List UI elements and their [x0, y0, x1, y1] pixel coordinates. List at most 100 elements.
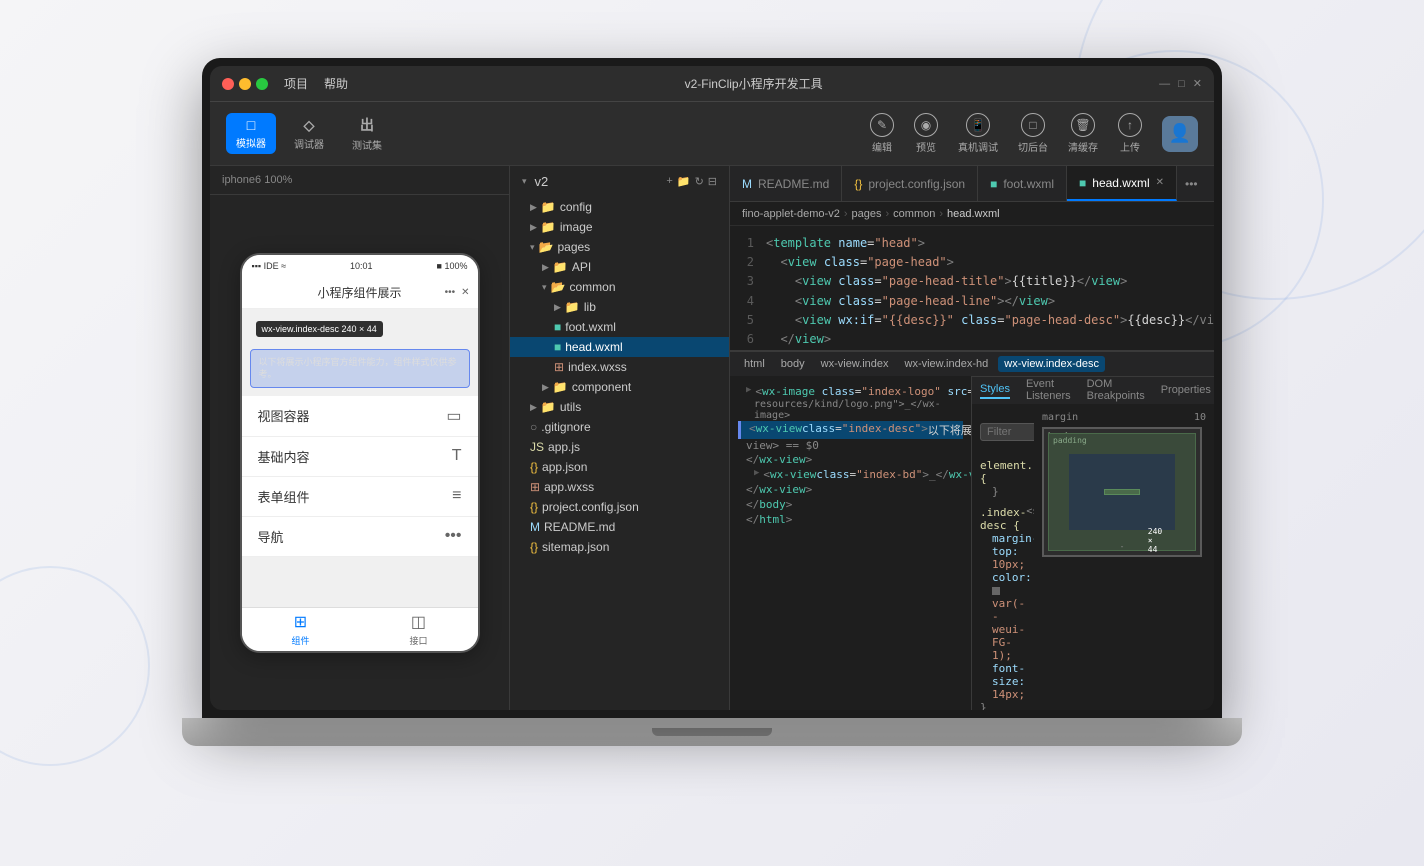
- tree-item-sitemap[interactable]: {} sitemap.json: [510, 537, 729, 557]
- phone-menu-item-basic-content[interactable]: 基础内容 T: [242, 437, 478, 477]
- tree-item-readme[interactable]: M README.md: [510, 517, 729, 537]
- devtools-tab-event-listeners[interactable]: Event Listeners: [1026, 378, 1071, 404]
- devtools-crumb-html[interactable]: html: [738, 356, 771, 372]
- box-model-margin-value: 10: [1194, 412, 1206, 423]
- toolbar-edit-button[interactable]: ✎ 编辑: [870, 113, 894, 154]
- css-prop-margin-top: margin-top: 10px;: [992, 532, 1026, 571]
- phone-menu-item-nav[interactable]: 导航 •••: [242, 517, 478, 557]
- devtools-crumb-body[interactable]: body: [775, 356, 811, 372]
- app-title: v2-FinClip小程序开发工具: [685, 75, 823, 92]
- phone-more-icon[interactable]: •••: [445, 287, 456, 298]
- window-close-button[interactable]: [222, 78, 234, 90]
- utils-arrow: ▶: [530, 402, 537, 413]
- css-prop-font-size: font-size: 14px;: [992, 662, 1026, 701]
- phone-menu-item-form[interactable]: 表单组件 ≡: [242, 477, 478, 517]
- tree-item-utils[interactable]: ▶ 📁 utils: [510, 397, 729, 417]
- breadcrumb-sep-1: ›: [844, 208, 848, 220]
- pages-label: pages: [557, 240, 590, 254]
- file-tree-panel: ▾ v2 + 📁 ↻ ⊟ ▶ 📁 conf: [510, 166, 730, 710]
- window-minimize-button[interactable]: [239, 78, 251, 90]
- menu-item-project[interactable]: 项目: [284, 75, 308, 92]
- upload-label: 上传: [1120, 139, 1140, 154]
- toolbar-upload-button[interactable]: ↑ 上传: [1118, 113, 1142, 154]
- lib-arrow: ▶: [554, 302, 561, 313]
- tree-item-config[interactable]: ▶ 📁 config: [510, 197, 729, 217]
- toolbar-simulator-button[interactable]: □ 模拟器: [226, 113, 276, 154]
- phone-status-bar: ▪▪▪ IDE ≈ 10:01 ■ 100%: [242, 255, 478, 277]
- devtools-crumb-wx-view-index-hd[interactable]: wx-view.index-hd: [899, 356, 995, 372]
- html-line-wx-view-index-bd: ▶ <wx-view class="index-bd"> _</wx-view>: [738, 467, 963, 482]
- code-editor[interactable]: 1 <template name="head"> 2 <view class="…: [730, 226, 1214, 350]
- devtools-crumb-wx-view-index[interactable]: wx-view.index: [815, 356, 895, 372]
- component-folder-icon: 📁: [553, 380, 568, 394]
- app-json-label: app.json: [542, 460, 587, 474]
- toolbar-testset-button[interactable]: 出 测试集: [342, 111, 392, 156]
- menu-item-help[interactable]: 帮助: [324, 75, 348, 92]
- tree-item-app-wxss[interactable]: ⊞ app.wxss: [510, 477, 729, 497]
- phone-nav-api[interactable]: ◫ 接口: [409, 612, 427, 647]
- tab-more-button[interactable]: •••: [1177, 177, 1206, 191]
- tree-item-project-config[interactable]: {} project.config.json: [510, 497, 729, 517]
- tree-item-image[interactable]: ▶ 📁 image: [510, 217, 729, 237]
- tree-item-component[interactable]: ▶ 📁 component: [510, 377, 729, 397]
- tab-foot-wxml[interactable]: ■ foot.wxml: [978, 166, 1067, 201]
- toolbar-device-debug-button[interactable]: 📱 真机调试: [958, 113, 998, 154]
- background-icon: □: [1021, 113, 1045, 137]
- devtools-tab-dom-breakpoints[interactable]: DOM Breakpoints: [1087, 378, 1145, 404]
- css-rule-element-style: element.style { }: [980, 459, 1026, 498]
- toolbar-debugger-button[interactable]: ◇ 调试器: [284, 113, 334, 155]
- tree-item-gitignore[interactable]: ○ .gitignore: [510, 417, 729, 437]
- code-content-6: </view>: [766, 330, 1214, 349]
- tab-readme[interactable]: M README.md: [730, 166, 842, 201]
- upload-icon: ↑: [1118, 113, 1142, 137]
- file-newfolder-icon[interactable]: 📁: [677, 175, 691, 188]
- tree-item-app-json[interactable]: {} app.json: [510, 457, 729, 477]
- tree-item-lib[interactable]: ▶ 📁 lib: [510, 297, 729, 317]
- foot-wxml-tab-label: foot.wxml: [1003, 177, 1054, 191]
- config-arrow: ▶: [530, 202, 537, 213]
- phone-menu-item-view-container[interactable]: 视图容器 ▭: [242, 396, 478, 437]
- phone-time: 10:01: [350, 261, 373, 271]
- toolbar-preview-button[interactable]: ◉ 预览: [914, 113, 938, 154]
- code-line-6: 6 </view>: [730, 330, 1214, 349]
- html-line-content-wx-image: <wx-image class="index-logo" src="../res…: [755, 385, 972, 398]
- devtools-tab-properties[interactable]: Properties: [1161, 384, 1211, 398]
- file-new-icon[interactable]: +: [666, 175, 672, 188]
- tree-item-head-wxml[interactable]: ■ head.wxml: [510, 337, 729, 357]
- tab-head-wxml[interactable]: ■ head.wxml ✕: [1067, 166, 1177, 201]
- line-num-3: 3: [730, 272, 766, 291]
- html-line-wx-view-selected[interactable]: <wx-view class="index-desc"> 以下将展示小程序官方组…: [738, 421, 963, 439]
- tree-item-app-js[interactable]: JS app.js: [510, 437, 729, 457]
- toolbar-background-button[interactable]: □ 切后台: [1018, 113, 1048, 154]
- tab-project-config[interactable]: {} project.config.json: [842, 166, 978, 201]
- laptop-base: [182, 718, 1242, 746]
- background-label: 切后台: [1018, 139, 1048, 154]
- file-refresh-icon[interactable]: ↻: [695, 175, 704, 188]
- head-wxml-icon: ■: [554, 340, 561, 354]
- tab-close-icon[interactable]: ✕: [1156, 177, 1164, 188]
- devtools-crumb-wx-view-index-desc[interactable]: wx-view.index-desc: [998, 356, 1105, 372]
- file-tree-header: ▾ v2 + 📁 ↻ ⊟: [510, 166, 729, 197]
- devtools-tab-styles[interactable]: Styles: [980, 383, 1010, 399]
- tree-item-foot-wxml[interactable]: ■ foot.wxml: [510, 317, 729, 337]
- head-wxml-tab-icon: ■: [1079, 176, 1086, 190]
- phone-menu-label-view-container: 视图容器: [258, 406, 310, 425]
- user-avatar[interactable]: 👤: [1162, 116, 1198, 152]
- breadcrumb-pages: pages: [852, 208, 882, 220]
- tree-item-common[interactable]: ▾ 📂 common: [510, 277, 729, 297]
- styles-filter-input[interactable]: [980, 423, 1034, 441]
- toolbar-clear-cache-button[interactable]: 🗑 清缓存: [1068, 113, 1098, 154]
- project-config-tab-icon: {}: [854, 177, 862, 191]
- file-collapse-icon[interactable]: ⊟: [708, 175, 717, 188]
- phone-nav-component[interactable]: ⊞ 组件: [291, 612, 309, 647]
- tree-item-api[interactable]: ▶ 📁 API: [510, 257, 729, 277]
- line-num-5: 5: [730, 311, 766, 330]
- phone-close-icon[interactable]: ✕: [461, 287, 469, 298]
- css-selector-index-desc: .index-desc {: [980, 506, 1026, 532]
- tree-item-index-wxss[interactable]: ⊞ index.wxss: [510, 357, 729, 377]
- window-maximize-button[interactable]: [256, 78, 268, 90]
- toolbar: □ 模拟器 ◇ 调试器 出 测试集: [210, 102, 1214, 166]
- tree-item-pages[interactable]: ▾ 📂 pages: [510, 237, 729, 257]
- box-padding-region: 240 × 44: [1104, 489, 1140, 495]
- image-folder-icon: 📁: [541, 220, 556, 234]
